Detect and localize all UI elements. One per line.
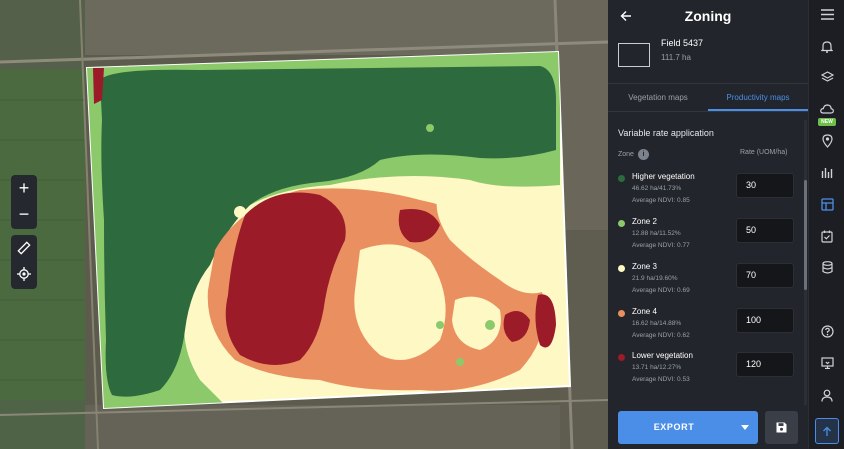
rate-input[interactable]: 50 xyxy=(736,218,794,243)
zone-name: Higher vegetation xyxy=(632,172,695,181)
panel-header: Zoning xyxy=(608,0,808,32)
satellite-imagery xyxy=(0,0,608,449)
monitor-icon[interactable] xyxy=(817,353,837,373)
zone-area: 13.71 ha/12.27% xyxy=(632,364,682,371)
zone-ndvi: Average NDVI: 0.77 xyxy=(632,242,690,249)
zone-color-dot xyxy=(618,310,625,317)
database-icon[interactable] xyxy=(817,257,837,277)
zone-area: 16.62 ha/14.88% xyxy=(632,320,682,327)
save-button[interactable] xyxy=(765,411,798,444)
app-root: + − Zoning Field 5437 111.7 ha Vegetatio… xyxy=(0,0,844,449)
zone-color-dot xyxy=(618,265,625,272)
map-tools xyxy=(11,235,37,289)
zone-row: Zone 4 16.62 ha/14.88% Average NDVI: 0.6… xyxy=(618,306,803,350)
zone-color-dot xyxy=(618,175,625,182)
task-icon[interactable] xyxy=(817,226,837,246)
tab-productivity-maps[interactable]: Productivity maps xyxy=(708,86,808,111)
page-title: Zoning xyxy=(684,8,732,24)
tab-vegetation-maps[interactable]: Vegetation maps xyxy=(608,86,708,111)
info-icon[interactable]: i xyxy=(637,149,649,160)
zone-row: Zone 2 12.88 ha/11.52% Average NDVI: 0.7… xyxy=(618,216,803,260)
zone-name: Zone 3 xyxy=(632,262,657,271)
zone-ndvi: Average NDVI: 0.62 xyxy=(632,332,690,339)
zone-ndvi: Average NDVI: 0.53 xyxy=(632,376,690,383)
field-shape-icon xyxy=(618,43,650,67)
floppy-disk-icon xyxy=(776,422,787,433)
bar-chart-icon[interactable] xyxy=(817,162,837,182)
zone-row: Zone 3 21.9 ha/19.60% Average NDVI: 0.69… xyxy=(618,261,803,305)
menu-icon[interactable] xyxy=(817,4,837,24)
upload-icon[interactable] xyxy=(815,418,839,444)
bell-icon[interactable] xyxy=(817,36,837,56)
map-type-tabs: Vegetation maps Productivity maps xyxy=(608,86,808,112)
zone-header-label: Zone xyxy=(618,151,634,158)
zone-name: Zone 2 xyxy=(632,217,657,226)
new-badge: NEW xyxy=(818,118,836,126)
zone-column-header: Zone i xyxy=(618,149,649,160)
rate-input[interactable]: 120 xyxy=(736,352,794,377)
rate-input[interactable]: 30 xyxy=(736,173,794,198)
zone-ndvi: Average NDVI: 0.69 xyxy=(632,287,690,294)
export-label: EXPORT xyxy=(653,422,695,432)
zone-row: Lower vegetation 13.71 ha/12.27% Average… xyxy=(618,350,803,394)
location-pin-icon[interactable] xyxy=(817,131,837,151)
zone-ndvi: Average NDVI: 0.85 xyxy=(632,197,690,204)
user-icon[interactable] xyxy=(817,385,837,405)
scrollbar-thumb[interactable] xyxy=(804,180,807,290)
zone-area: 12.88 ha/11.52% xyxy=(632,230,681,237)
section-title: Variable rate application xyxy=(618,128,714,138)
zoom-controls: + − xyxy=(11,175,37,229)
locate-icon[interactable] xyxy=(11,261,37,287)
zoning-panel: Zoning Field 5437 111.7 ha Vegetation ma… xyxy=(608,0,808,449)
map-view[interactable]: + − xyxy=(0,0,608,449)
caret-down-icon[interactable] xyxy=(732,411,758,444)
ruler-icon[interactable] xyxy=(11,235,37,261)
field-name: Field 5437 xyxy=(661,38,704,48)
zoom-in-button[interactable]: + xyxy=(11,175,37,201)
zone-name: Zone 4 xyxy=(632,307,657,316)
zone-area: 46.62 ha/41.73% xyxy=(632,185,682,192)
layers-icon[interactable] xyxy=(817,67,837,87)
zone-row: Higher vegetation 46.62 ha/41.73% Averag… xyxy=(618,171,803,215)
field-area: 111.7 ha xyxy=(661,53,691,62)
field-info: Field 5437 111.7 ha xyxy=(608,32,808,84)
rate-input[interactable]: 70 xyxy=(736,263,794,288)
zoom-out-button[interactable]: − xyxy=(11,201,37,227)
cloud-icon[interactable] xyxy=(817,99,837,119)
export-button[interactable]: EXPORT xyxy=(618,411,758,444)
zone-area: 21.9 ha/19.60% xyxy=(632,275,678,282)
zoning-icon[interactable] xyxy=(817,194,837,214)
zone-name: Lower vegetation xyxy=(632,351,693,360)
zone-color-dot xyxy=(618,354,625,361)
zone-color-dot xyxy=(618,220,625,227)
rate-column-header: Rate (UOM/ha) xyxy=(740,149,788,156)
right-rail: NEW xyxy=(808,0,844,449)
help-icon[interactable] xyxy=(817,321,837,341)
rate-input[interactable]: 100 xyxy=(736,308,794,333)
